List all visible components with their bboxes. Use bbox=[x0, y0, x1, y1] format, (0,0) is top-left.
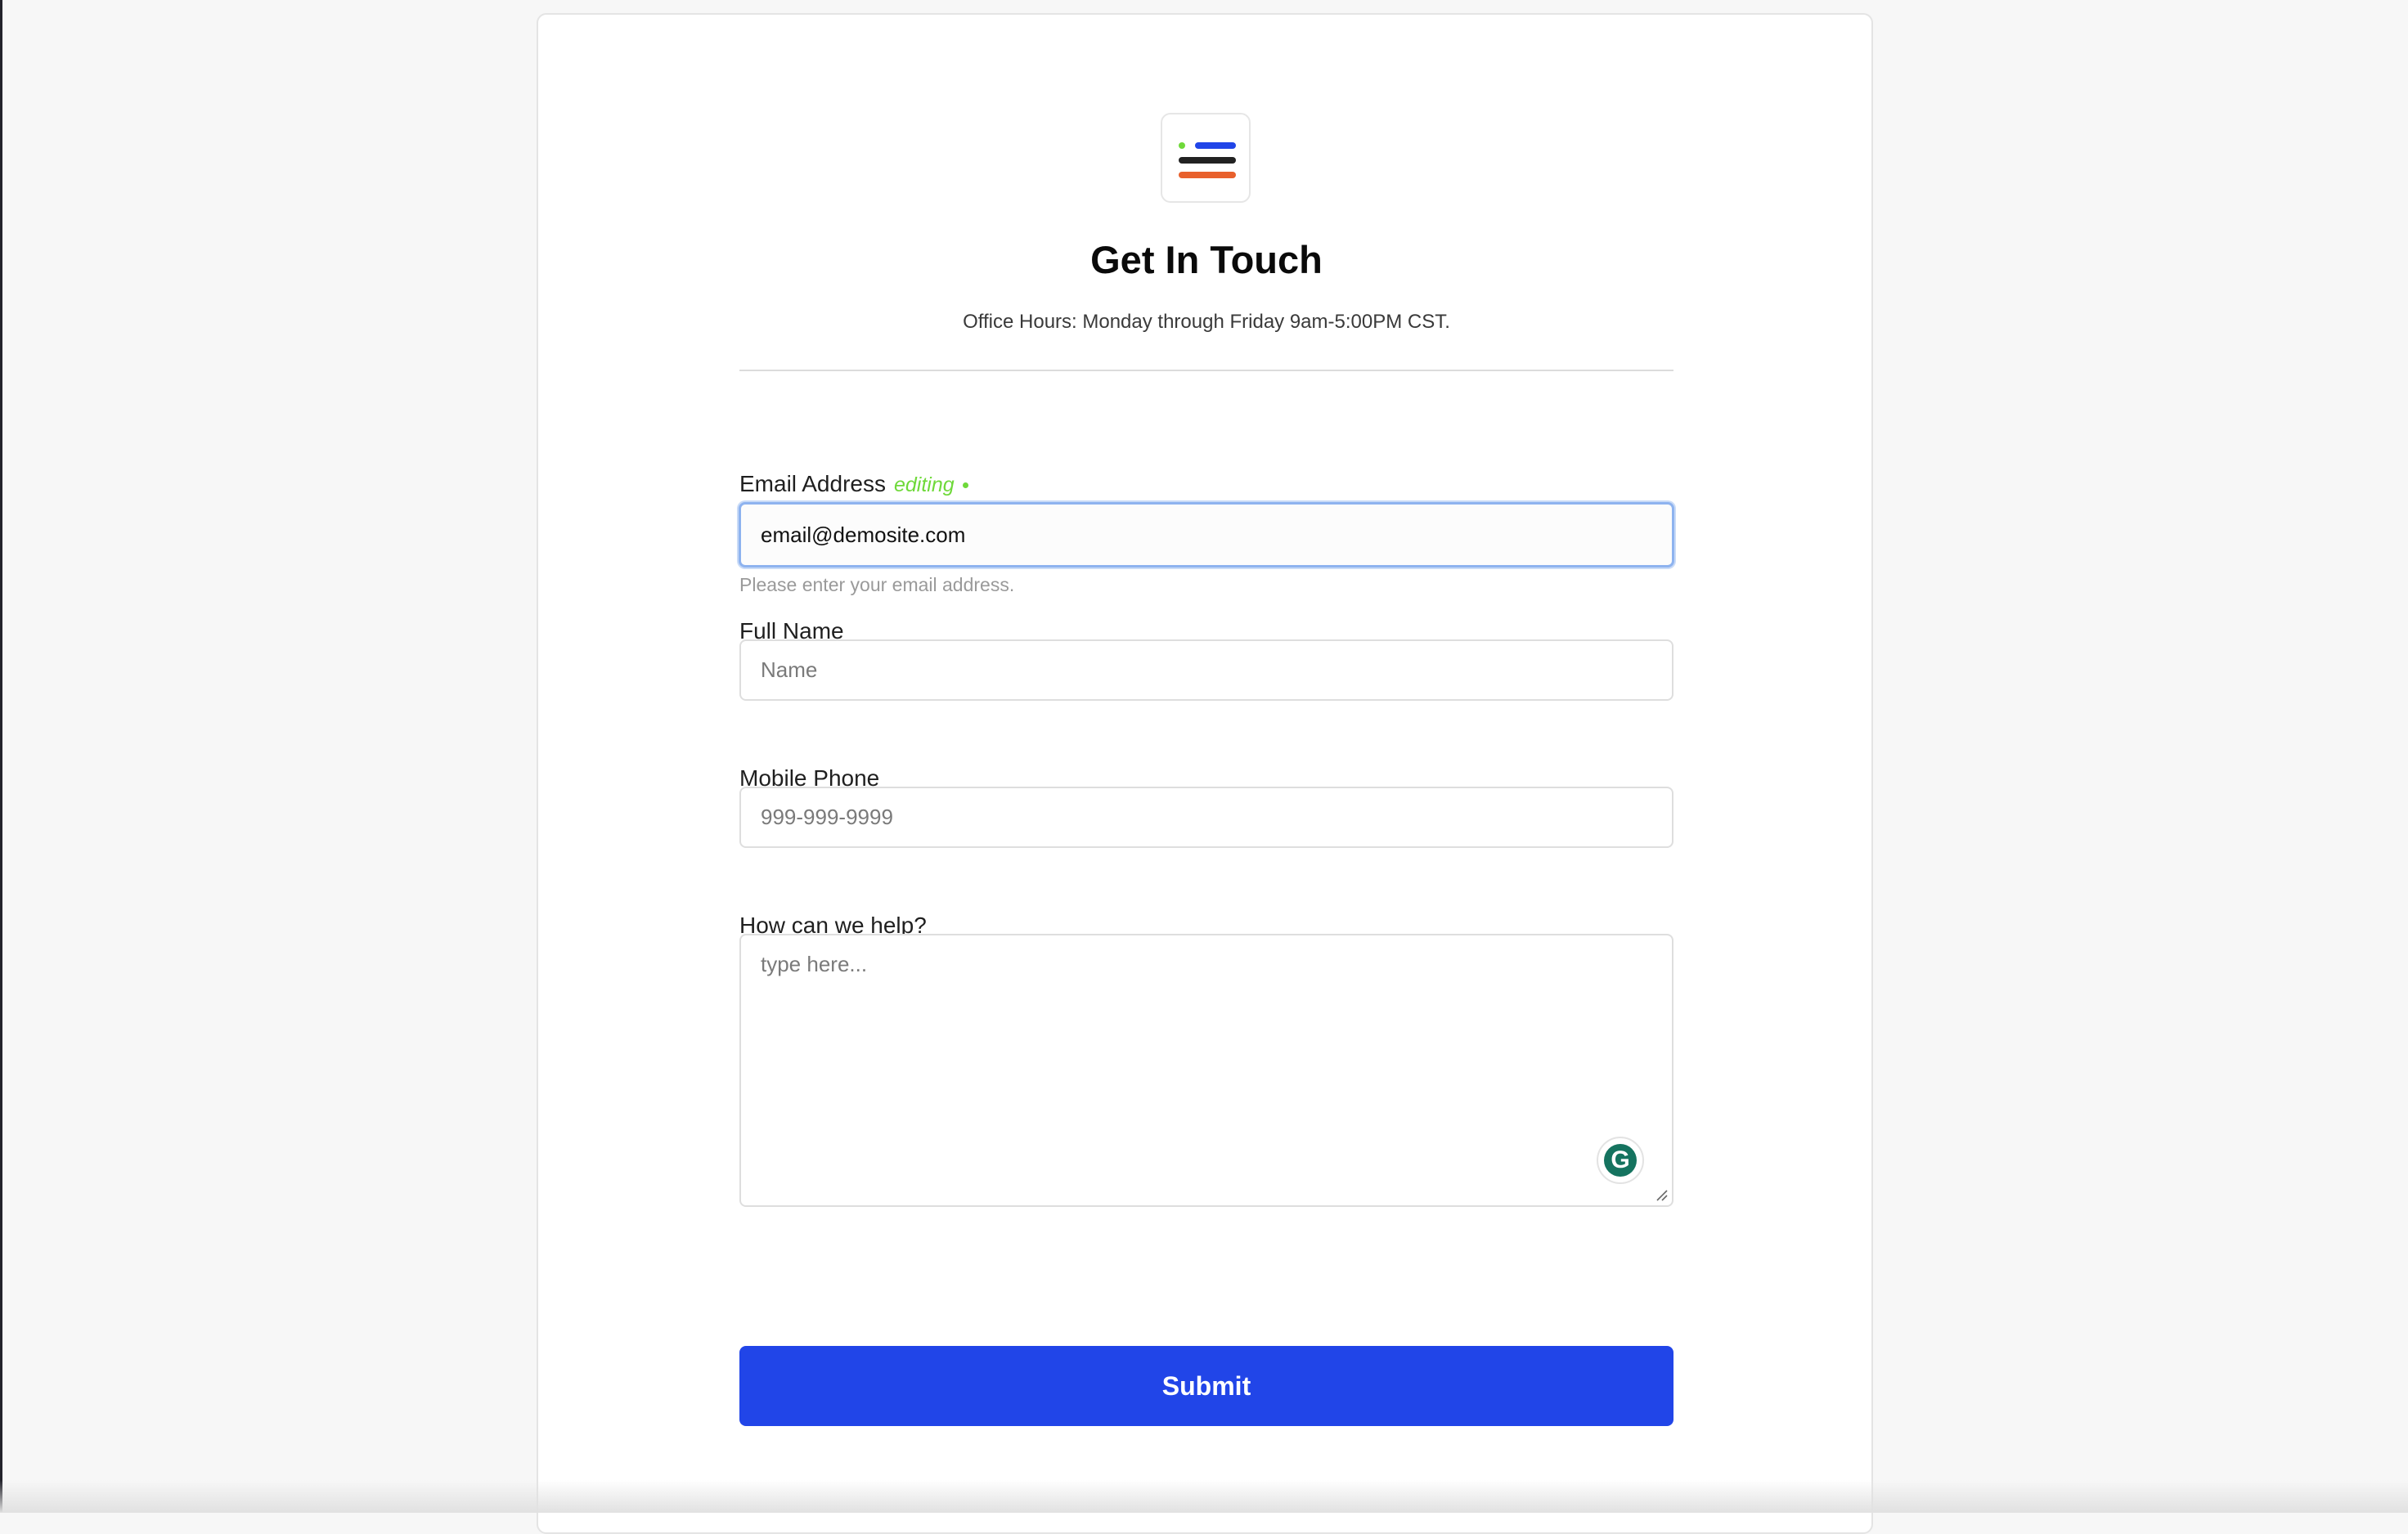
mobile-phone-field[interactable] bbox=[739, 787, 1673, 848]
office-hours-text: Office Hours: Monday through Friday 9am-… bbox=[963, 311, 1450, 333]
bottom-shadow bbox=[0, 1480, 2408, 1513]
window-left-edge bbox=[0, 0, 2, 1513]
full-name-field[interactable] bbox=[739, 639, 1673, 701]
email-label: Email Address editing bbox=[739, 471, 968, 497]
contact-form-card: Get In Touch Office Hours: Monday throug… bbox=[537, 13, 1873, 1534]
resize-handle-icon[interactable] bbox=[1656, 1189, 1669, 1202]
submit-button[interactable]: Submit bbox=[739, 1346, 1673, 1426]
menu-lines-logo-icon bbox=[1161, 113, 1251, 203]
email-label-text: Email Address bbox=[739, 471, 886, 496]
grammarly-icon[interactable]: G bbox=[1597, 1137, 1644, 1184]
email-hint: Please enter your email address. bbox=[739, 574, 1015, 595]
editing-dot-icon bbox=[962, 482, 968, 489]
grammarly-letter: G bbox=[1604, 1144, 1637, 1177]
header-divider bbox=[739, 370, 1673, 371]
page-title: Get In Touch bbox=[1090, 238, 1323, 281]
editing-status: editing bbox=[893, 473, 955, 496]
message-textarea[interactable] bbox=[739, 934, 1673, 1207]
email-field[interactable] bbox=[739, 502, 1674, 567]
